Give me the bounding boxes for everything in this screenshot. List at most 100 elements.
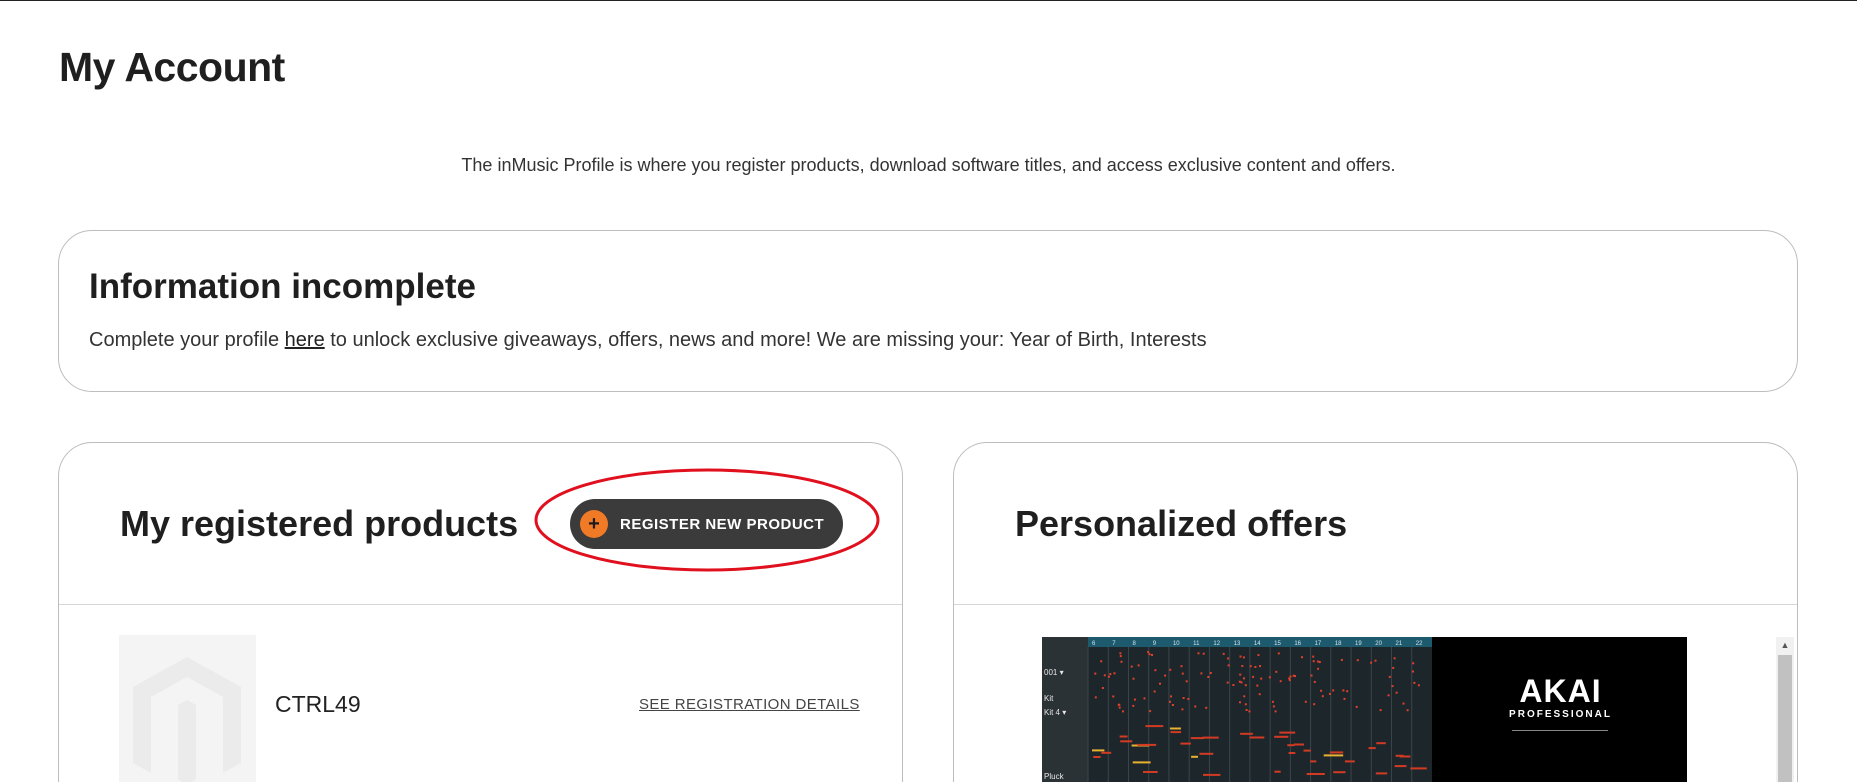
sequencer-note: [1227, 664, 1230, 667]
sequencer-note: [1312, 660, 1315, 663]
card-divider: [954, 604, 1797, 605]
sequencer-note: [1240, 681, 1243, 684]
ruler-number: 10: [1173, 641, 1180, 647]
sequencer-note: [1310, 674, 1313, 677]
sequencer-note: [1113, 672, 1116, 675]
sequencer-note: [1132, 704, 1135, 707]
track-label: Kit: [1044, 694, 1054, 703]
sequencer-note: [1170, 731, 1182, 734]
profile-intro-text: The inMusic Profile is where you registe…: [461, 155, 1396, 175]
sequencer-note: [1222, 652, 1225, 655]
sequencer-note: [1207, 676, 1210, 678]
sequencer-note: [1130, 665, 1133, 668]
sequencer-note: [1187, 697, 1190, 700]
information-incomplete-card: Information incomplete Complete your pro…: [58, 230, 1798, 392]
sequencer-note: [1320, 689, 1323, 692]
sequencer-note: [1289, 675, 1292, 678]
sequencer-note: [1093, 756, 1101, 758]
info-card-text: Complete your profile here to unlock exc…: [89, 329, 1207, 352]
sequencer-note: [1132, 761, 1151, 764]
offer-banner[interactable]: 6 7 8 9 10 11 12 13 14 15 16 17 18 19 20 21 22 001 ▾ Kit K…: [1042, 637, 1687, 782]
sequencer-note: [1287, 744, 1295, 747]
plus-icon: +: [580, 510, 608, 538]
sequencer-note: [1317, 667, 1320, 670]
sequencer-note: [1101, 687, 1104, 689]
scroll-up-arrow-icon[interactable]: ▲: [1776, 637, 1794, 653]
sequencer-note: [1180, 665, 1183, 668]
sequencer-note: [1112, 695, 1115, 698]
sequencer-note: [1271, 700, 1274, 703]
registered-products-heading: My registered products: [120, 503, 519, 544]
sequencer-note: [1333, 771, 1346, 774]
sequencer-note: [1379, 709, 1382, 712]
sequencer-note: [1374, 659, 1377, 662]
sequencer-note: [1313, 703, 1316, 706]
sequencer-note: [1191, 755, 1198, 758]
track-label: Pluck: [1044, 772, 1065, 781]
sequencer-note: [1392, 666, 1395, 669]
sequencer-note: [1149, 710, 1152, 713]
akai-logo-subtitle: PROFESSIONAL: [1509, 709, 1612, 720]
sequencer-note: [1387, 694, 1390, 697]
track-label: Kit 4 ▾: [1044, 708, 1066, 717]
sequencer-note: [1120, 740, 1133, 743]
sequencer-note: [1151, 654, 1153, 656]
sequencer-note: [1133, 698, 1136, 701]
sequencer-note: [1346, 690, 1349, 693]
sequencer-note: [1143, 697, 1146, 700]
sequencer-note: [1388, 675, 1391, 678]
akai-logo: AKAI: [1519, 673, 1602, 709]
sequencer-note: [1402, 702, 1405, 705]
ruler-number: 19: [1355, 641, 1362, 647]
offers-scrollbar[interactable]: ▲: [1776, 637, 1794, 782]
track-label: 001 ▾: [1044, 668, 1064, 677]
info-text-before: Complete your profile: [89, 329, 285, 351]
ruler-number: 17: [1315, 641, 1322, 647]
sequencer-note: [1249, 736, 1265, 739]
sequencer-note: [1406, 709, 1409, 712]
sequencer-note: [1391, 685, 1394, 688]
info-text-after: to unlock exclusive giveaways, offers, n…: [324, 329, 1207, 351]
sequencer-note: [1194, 705, 1197, 708]
register-new-product-button[interactable]: + REGISTER NEW PRODUCT: [570, 499, 843, 549]
sequencer-note: [1413, 681, 1416, 684]
sequencer-note: [1199, 752, 1214, 755]
sequencer-note: [1248, 710, 1251, 713]
sequencer-note: [1100, 660, 1103, 663]
sequencer-note: [1343, 697, 1346, 700]
personalized-offers-heading: Personalized offers: [1015, 503, 1348, 544]
sequencer-note: [1317, 660, 1320, 663]
scrollbar-thumb[interactable]: [1778, 655, 1792, 782]
ruler-number: 22: [1416, 641, 1423, 647]
sequencer-note: [1258, 693, 1261, 696]
sequencer-note: [1244, 684, 1247, 687]
sequencer-note: [1274, 770, 1281, 773]
sequencer-note: [1202, 736, 1219, 739]
sequencer-note: [1227, 657, 1230, 660]
sequencer-note: [1252, 675, 1255, 678]
sequencer-note: [1257, 654, 1260, 657]
sequencer-note: [1169, 668, 1172, 671]
sequencer-note: [1171, 704, 1174, 706]
see-registration-details-link[interactable]: SEE REGISTRATION DETAILS: [639, 696, 860, 713]
sequencer-note: [1209, 672, 1212, 674]
sequencer-note: [1274, 735, 1289, 738]
sequencer-note: [1226, 681, 1229, 684]
sequencer-note: [1143, 771, 1158, 773]
sequencer-note: [1241, 665, 1244, 667]
complete-profile-link[interactable]: here: [285, 329, 325, 351]
ruler-number: 21: [1396, 641, 1403, 647]
sequencer-note: [1303, 749, 1311, 752]
sequencer-note: [1275, 670, 1278, 673]
sequencer-note: [1203, 773, 1221, 776]
sequencer-note: [1277, 652, 1280, 655]
sequencer-note: [1147, 651, 1150, 654]
sequencer-note: [1310, 760, 1317, 763]
sequencer-note: [1197, 652, 1200, 655]
sequencer-note: [1170, 695, 1172, 698]
sequencer-note: [1164, 674, 1167, 677]
sequencer-note: [1417, 684, 1420, 687]
sequencer-note: [1181, 708, 1184, 711]
sequencer-note: [1332, 689, 1335, 692]
sequencer-note: [1288, 679, 1291, 682]
